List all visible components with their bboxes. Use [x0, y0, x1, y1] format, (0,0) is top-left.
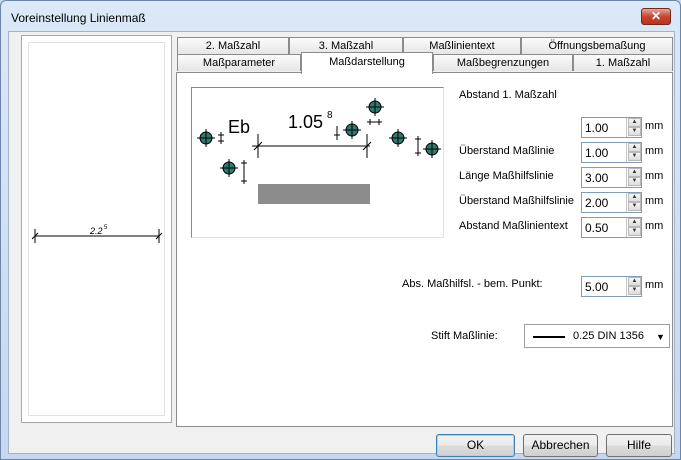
chevron-down-icon[interactable]: ▼	[656, 332, 665, 342]
title-bar: Voreinstellung Linienmaß ✕	[1, 1, 680, 31]
marker-point	[219, 158, 239, 178]
laenge-masshilfslinie-value[interactable]: 3.00	[585, 171, 608, 185]
dimension-sketch: Eb 1.05 8	[191, 87, 444, 238]
tab-2-masszahl[interactable]: 2. Maßzahl	[177, 37, 289, 54]
ueberstand-masshilfslinie-value[interactable]: 2.00	[585, 196, 608, 210]
dimension-sketch-drawing: Eb 1.05 8	[196, 97, 442, 204]
spin-down-icon[interactable]: ▼	[628, 202, 641, 211]
dialog-window: Voreinstellung Linienmaß ✕ 2.2 5 2. Maßz…	[0, 0, 681, 460]
spin-up-icon[interactable]: ▲	[628, 168, 641, 177]
abstand-1-masszahl-value[interactable]: 1.00	[585, 121, 608, 135]
sketch-dim-sup: 8	[327, 110, 333, 121]
preview-panel: 2.2 5	[21, 35, 172, 423]
spin-buttons: ▲ ▼	[626, 118, 641, 137]
cancel-button[interactable]: Abbrechen	[523, 434, 598, 457]
abs-masshilfslinie-punkt-value[interactable]: 5.00	[585, 280, 608, 294]
marker-point	[342, 120, 362, 140]
pen-select-value: 0.25 DIN 1356	[573, 330, 644, 342]
pen-select[interactable]: 0.25 DIN 1356 ▼	[524, 324, 670, 348]
dialog-client: 2.2 5 2. Maßzahl 3. Maßzahl Maßlinientex…	[8, 31, 675, 457]
window-title: Voreinstellung Linienmaß	[11, 11, 146, 25]
spin-down-icon[interactable]: ▼	[628, 127, 641, 136]
spin-up-icon[interactable]: ▲	[628, 143, 641, 152]
unit-label: mm	[645, 145, 664, 157]
spin-down-icon[interactable]: ▼	[628, 286, 641, 295]
label-ueberstand-masshilfslinie: Überstand Maßhilfslinie	[459, 195, 574, 207]
label-abstand-1-masszahl: Abstand 1. Maßzahl	[459, 89, 557, 101]
unit-label: mm	[645, 120, 664, 132]
unit-label: mm	[645, 170, 664, 182]
spin-up-icon[interactable]: ▲	[628, 193, 641, 202]
spin-buttons: ▲ ▼	[626, 277, 641, 296]
abstand-masslinientext-input[interactable]: 0.50 ▲ ▼	[581, 217, 642, 238]
label-abs-masshilfslinie-punkt: Abs. Maßhilfsl. - bem. Punkt:	[402, 278, 543, 290]
tab-1-masszahl[interactable]: 1. Maßzahl	[573, 54, 673, 71]
spin-buttons: ▲ ▼	[626, 143, 641, 162]
spin-up-icon[interactable]: ▲	[628, 218, 641, 227]
spin-buttons: ▲ ▼	[626, 193, 641, 212]
spin-buttons: ▲ ▼	[626, 168, 641, 187]
pen-line-sample	[533, 336, 565, 338]
unit-label: mm	[645, 195, 664, 207]
preview-dimension-drawing: 2.2 5	[31, 225, 163, 243]
sketch-text-bar	[258, 184, 370, 204]
tab-massparameter[interactable]: Maßparameter	[177, 54, 301, 71]
ueberstand-masslinie-value[interactable]: 1.00	[585, 146, 608, 160]
unit-label: mm	[645, 220, 664, 232]
help-button[interactable]: Hilfe	[606, 434, 672, 457]
ok-button[interactable]: OK	[436, 434, 515, 457]
sketch-dim-value: 1.05	[288, 112, 323, 132]
ueberstand-masshilfslinie-input[interactable]: 2.00 ▲ ▼	[581, 192, 642, 213]
label-stift-masslinie: Stift Maßlinie:	[431, 330, 498, 342]
sketch-label-eb: Eb	[228, 117, 250, 137]
preview-dimension-sup: 5	[104, 225, 108, 231]
abstand-masslinientext-value[interactable]: 0.50	[585, 221, 608, 235]
abstand-1-masszahl-input[interactable]: 1.00 ▲ ▼	[581, 117, 642, 138]
tab-strip: 2. Maßzahl 3. Maßzahl Maßlinientext Öffn…	[177, 37, 673, 75]
spin-down-icon[interactable]: ▼	[628, 152, 641, 161]
tab-oeffnungsbemassung[interactable]: Öffnungsbemaßung	[521, 37, 673, 54]
label-abstand-masslinientext: Abstand Maßlinientext	[459, 220, 568, 232]
label-ueberstand-masslinie: Überstand Maßlinie	[459, 145, 555, 157]
laenge-masshilfslinie-input[interactable]: 3.00 ▲ ▼	[581, 167, 642, 188]
spin-up-icon[interactable]: ▲	[628, 277, 641, 286]
spin-down-icon[interactable]: ▼	[628, 177, 641, 186]
preview-dimension-value: 2.2	[89, 226, 103, 236]
preview-inner: 2.2 5	[28, 42, 165, 416]
marker-point	[422, 139, 442, 159]
spin-down-icon[interactable]: ▼	[628, 227, 641, 236]
abs-masshilfslinie-punkt-input[interactable]: 5.00 ▲ ▼	[581, 276, 642, 297]
ueberstand-masslinie-input[interactable]: 1.00 ▲ ▼	[581, 142, 642, 163]
close-icon: ✕	[650, 9, 662, 23]
marker-point	[388, 128, 408, 148]
tab-massdarstellung[interactable]: Maßdarstellung	[301, 52, 433, 74]
tab-panel-massdarstellung: Eb 1.05 8 Abstand 1. Maßzahl 1.00 ▲ ▼ mm…	[176, 72, 673, 427]
marker-point	[196, 128, 216, 148]
unit-label: mm	[645, 279, 664, 291]
marker-point	[365, 97, 385, 117]
tab-massbegrenzungen[interactable]: Maßbegrenzungen	[433, 54, 573, 71]
spin-buttons: ▲ ▼	[626, 218, 641, 237]
spin-up-icon[interactable]: ▲	[628, 118, 641, 127]
close-button[interactable]: ✕	[641, 8, 671, 25]
label-laenge-masshilfslinie: Länge Maßhilfslinie	[459, 170, 554, 182]
